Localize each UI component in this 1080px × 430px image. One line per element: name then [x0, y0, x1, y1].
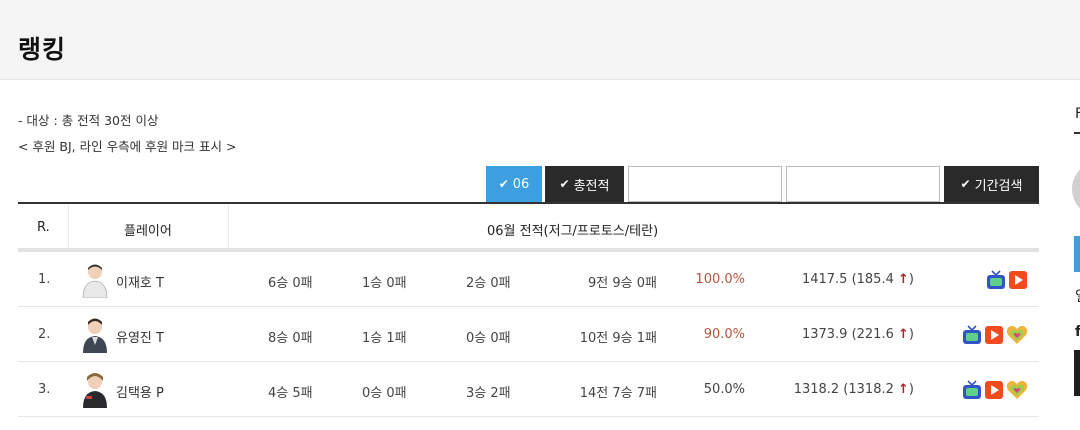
end-date-input[interactable] [786, 166, 940, 202]
sidebar-panel [1074, 350, 1080, 396]
player-name[interactable]: 김택용 P [116, 382, 164, 401]
check-icon: ✔ [498, 177, 509, 191]
note-target: - 대상 : 총 전적 30전 이상 [18, 113, 159, 128]
total-record-button[interactable]: ✔ 총전적 [545, 166, 624, 202]
header-rank: R. [37, 220, 50, 235]
win-rate: 50.0% [703, 382, 745, 397]
sidebar-avatar [1072, 165, 1080, 213]
sidebar-tab[interactable] [1074, 236, 1080, 272]
total-record: 10전 9승 1패 [579, 331, 657, 346]
player-name[interactable]: 이재호 T [116, 272, 164, 291]
terran-record: 0승 0패 [466, 331, 511, 346]
elo-score: 1373.9 (221.6 ↑) [801, 327, 914, 342]
avatar [83, 373, 107, 408]
up-arrow-icon: ↑ [898, 382, 909, 397]
page-title: 랭킹 [18, 35, 67, 64]
total-record: 9전 9승 0패 [588, 276, 657, 291]
check-icon: ✔ [559, 177, 570, 191]
tv-icon[interactable] [962, 380, 982, 400]
table-header: R. 플레이어 06월 전적(저그/프로토스/테란) [18, 202, 1039, 252]
table-row[interactable]: 2. 유영진 T 8승 0패 1승 1패 0승 0패 10전 9승 1패 90.… [18, 307, 1039, 362]
header-divider [68, 204, 69, 250]
sidebar-text: f [1075, 324, 1080, 340]
protoss-record: 1승 1패 [362, 331, 407, 346]
zerg-record: 4승 5패 [268, 386, 313, 401]
rank: 2. [38, 327, 51, 342]
terran-record: 3승 2패 [466, 386, 511, 401]
terran-record: 2승 0패 [466, 276, 511, 291]
sponsor-icons [986, 270, 1028, 290]
rank: 1. [38, 272, 51, 287]
play-icon[interactable] [984, 325, 1004, 345]
sidebar-text: F [1075, 106, 1080, 122]
zerg-record: 6승 0패 [268, 276, 313, 291]
zerg-record: 8승 0패 [268, 331, 313, 346]
notes: - 대상 : 총 전적 30전 이상 < 후원 BJ, 라인 우측에 후원 마크… [18, 108, 236, 160]
filter-bar: ✔ 06 ✔ 총전적 ✔ 기간검색 [486, 166, 1039, 202]
header-divider [228, 204, 229, 250]
elo-score: 1417.5 (185.4 ↑) [801, 272, 914, 287]
heart-icon[interactable] [1006, 380, 1028, 400]
win-rate: 90.0% [703, 327, 745, 342]
rank: 3. [38, 382, 51, 397]
table-row[interactable]: 1. 이재호 T 6승 0패 1승 0패 2승 0패 9전 9승 0패 100.… [18, 252, 1039, 307]
avatar [83, 318, 107, 353]
play-icon[interactable] [984, 380, 1004, 400]
player-name[interactable]: 유영진 T [116, 327, 164, 346]
heart-icon[interactable] [1006, 325, 1028, 345]
avatar [82, 264, 108, 298]
sidebar-text: 일 [1075, 286, 1080, 306]
protoss-record: 0승 0패 [362, 386, 407, 401]
period-search-button[interactable]: ✔ 기간검색 [944, 166, 1039, 202]
table-row[interactable]: 3. 김택용 P 4승 5패 0승 0패 3승 2패 14전 7승 7패 50.… [18, 362, 1039, 417]
header-player: 플레이어 [124, 224, 172, 239]
month-button[interactable]: ✔ 06 [486, 166, 542, 202]
sponsor-icons [962, 325, 1028, 345]
start-date-input[interactable] [628, 166, 782, 202]
up-arrow-icon: ↑ [898, 272, 909, 287]
tv-icon[interactable] [986, 270, 1006, 290]
up-arrow-icon: ↑ [898, 327, 909, 342]
note-sponsor: < 후원 BJ, 라인 우측에 후원 마크 표시 > [18, 139, 237, 154]
page-header: 랭킹 [0, 0, 1080, 80]
win-rate: 100.0% [695, 272, 745, 287]
sponsor-icons [962, 380, 1028, 400]
header-record: 06월 전적(저그/프로토스/테란) [487, 224, 659, 239]
protoss-record: 1승 0패 [362, 276, 407, 291]
sidebar-divider [1074, 132, 1080, 134]
ranking-table: R. 플레이어 06월 전적(저그/프로토스/테란) 1. 이재호 T 6승 0… [18, 202, 1039, 417]
elo-score: 1318.2 (1318.2 ↑) [793, 382, 914, 397]
check-icon: ✔ [960, 177, 971, 191]
tv-icon[interactable] [962, 325, 982, 345]
total-record: 14전 7승 7패 [579, 386, 657, 401]
play-icon[interactable] [1008, 270, 1028, 290]
